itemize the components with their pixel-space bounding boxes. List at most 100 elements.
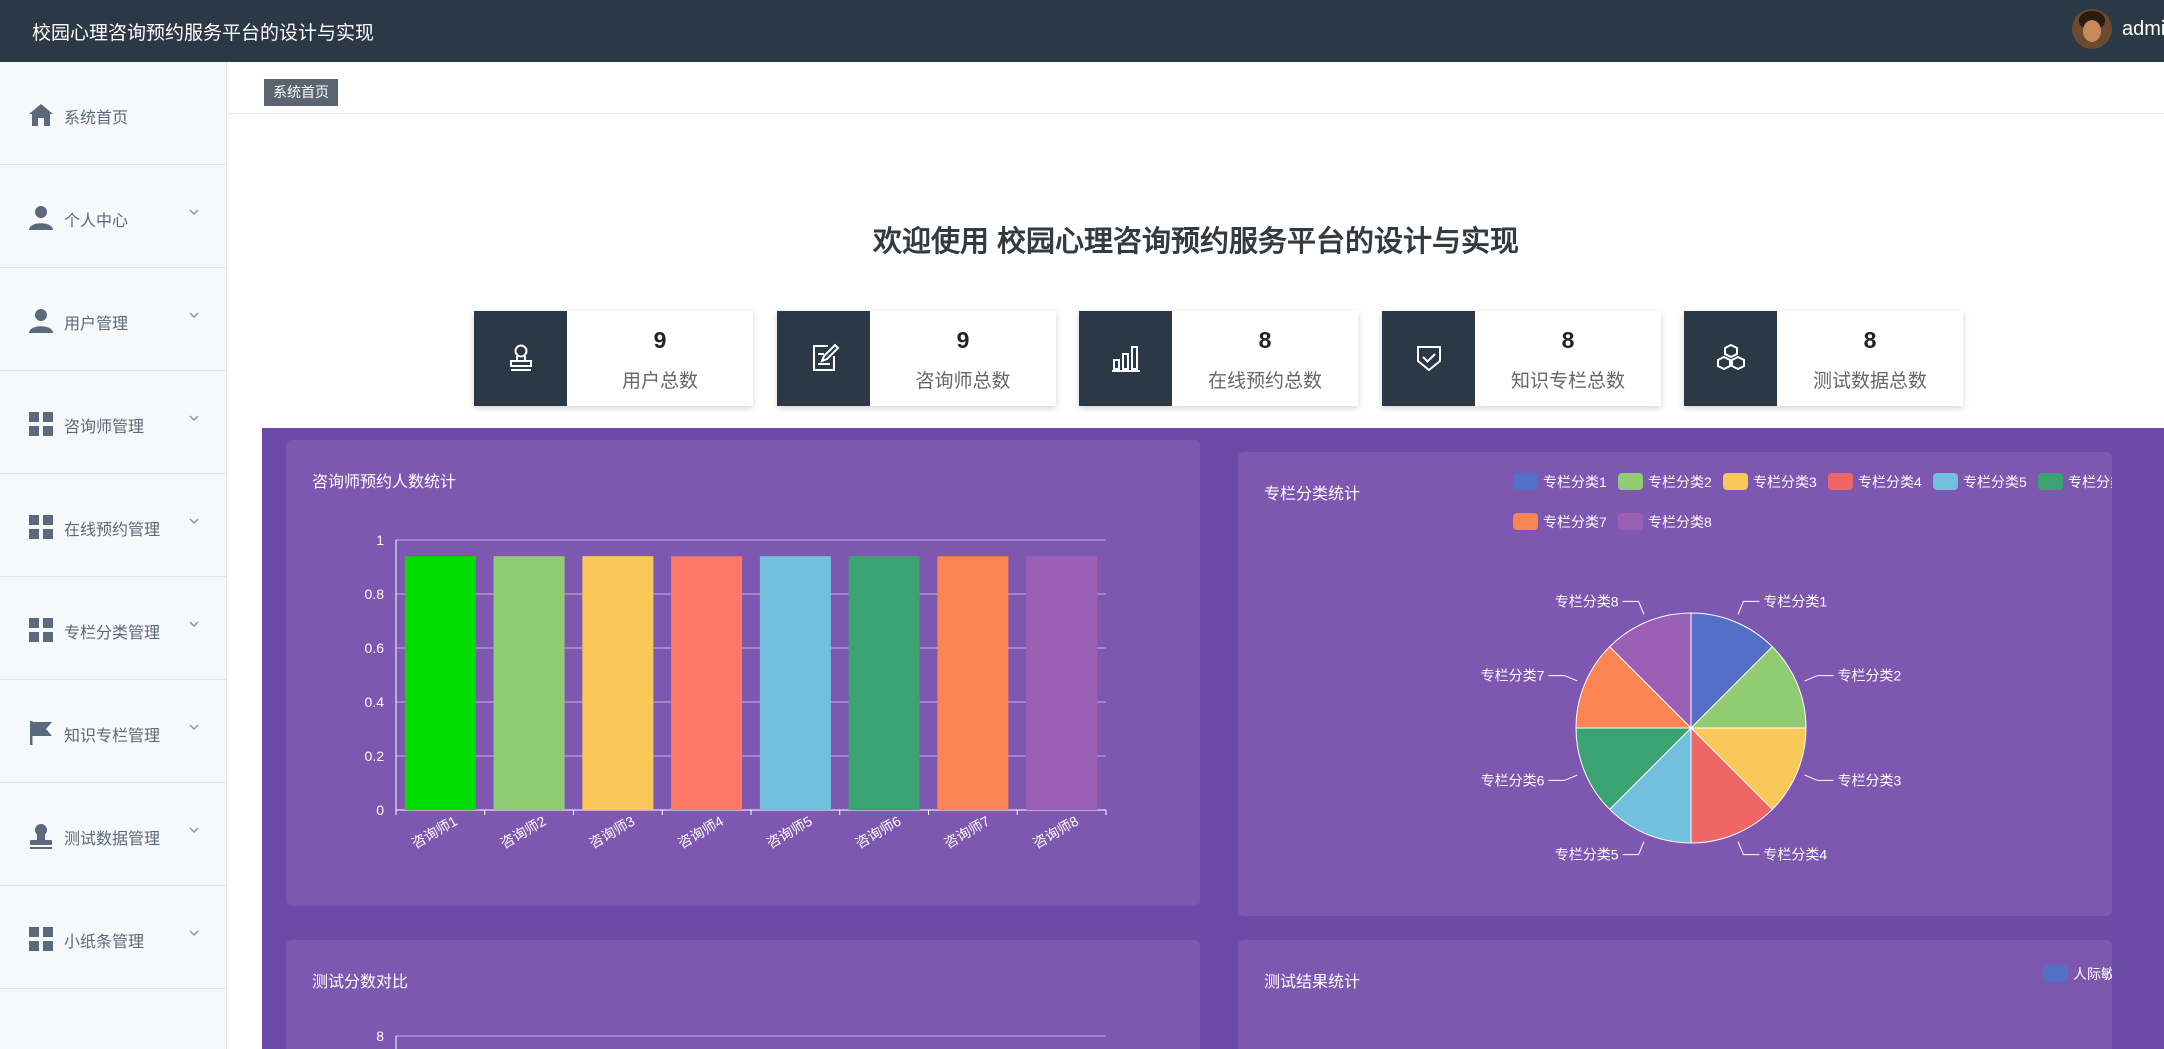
stat-icon-box (1684, 311, 1777, 406)
chevron-down-icon (189, 312, 199, 319)
pie-label: 专栏分类7 (1481, 668, 1545, 684)
bar (937, 556, 1009, 810)
user-icon (29, 309, 53, 333)
stat-card-appointments: 8 在线预约总数 (1079, 311, 1358, 406)
stamp-icon (30, 824, 52, 849)
sidebar-item-label: 个人中心 (64, 213, 129, 230)
bar (493, 556, 565, 810)
pie-label-line (1622, 841, 1645, 856)
sidebar-item-notes[interactable]: 小纸条管理 (0, 886, 227, 989)
pie-label-line (1622, 600, 1645, 615)
bar (582, 556, 654, 810)
sidebar-item-consultants[interactable]: 咨询师管理 (0, 371, 227, 474)
sidebar-item-label: 测试数据管理 (64, 831, 161, 848)
legend-label: 专栏分类3 (1753, 474, 1817, 490)
user-name[interactable]: admin (2122, 18, 2164, 41)
sidebar: 系统首页 个人中心 用户管理 咨询师管理 在线预约管理 专栏分类管理 知识专栏管… (0, 62, 227, 1049)
top-bar: 校园心理咨询预约服务平台的设计与实现 admin (0, 0, 2164, 62)
sidebar-item-label: 用户管理 (64, 316, 129, 333)
y-tick-label: 0.6 (365, 640, 385, 656)
legend-swatch (1513, 473, 1538, 490)
user-icon (29, 206, 53, 230)
chevron-down-icon (189, 930, 199, 937)
x-tick-label: 咨询师6 (852, 813, 903, 852)
sidebar-item-knowledge-columns[interactable]: 知识专栏管理 (0, 680, 227, 783)
cubes-icon (1717, 343, 1745, 371)
bar (1026, 556, 1098, 810)
legend-swatch (2038, 473, 2063, 490)
pie-label-line (1548, 675, 1578, 682)
legend-label: 专栏分类4 (1858, 474, 1922, 490)
chevron-down-icon (189, 621, 199, 628)
x-tick-label: 咨询师8 (1030, 813, 1081, 852)
pie-label: 专栏分类2 (1838, 668, 1902, 684)
sidebar-item-label: 在线预约管理 (64, 522, 161, 539)
sidebar-item-column-categories[interactable]: 专栏分类管理 (0, 577, 227, 680)
consultant-bar-chart: 0 0.2 0.4 0.6 0.8 1 咨询师1 咨询师2 咨询师3 咨询师4 咨询师5 咨询师6 咨询… (365, 532, 1107, 852)
sidebar-item-home[interactable]: 系统首页 (0, 62, 227, 165)
stat-icon-box (777, 311, 870, 406)
x-tick-label: 咨询师7 (941, 813, 992, 852)
pie-label: 专栏分类5 (1555, 847, 1619, 863)
bar (759, 556, 831, 810)
pie-label: 专栏分类6 (1481, 772, 1545, 788)
y-tick-label: 0.8 (365, 586, 385, 602)
column-chart-panel: 专栏分类统计 专栏分类1专栏分类2专栏分类3专栏分类4专栏分类5专栏分类6专栏分… (1238, 452, 2112, 916)
y-tick-label: 8 (376, 1028, 384, 1044)
stat-label: 用户总数 (621, 371, 698, 392)
sidebar-item-personal-center[interactable]: 个人中心 (0, 165, 227, 268)
pie-label-line (1737, 841, 1760, 856)
pie-label-line (1804, 675, 1834, 682)
bar (848, 556, 920, 810)
dashboard-area: 咨询师预约人数统计 0 0.2 0.4 0.6 0.8 1 咨询师1 咨询师2 咨询师3 咨询师4… (262, 428, 2164, 1049)
legend-swatch (1618, 513, 1643, 530)
legend-label: 人际敏感 (2073, 966, 2112, 982)
sidebar-item-label: 专栏分类管理 (64, 625, 161, 642)
legend-swatch (1933, 473, 1958, 490)
score-bar-chart: 8 (376, 1028, 1106, 1049)
sidebar-item-users[interactable]: 用户管理 (0, 268, 227, 371)
legend-label: 专栏分类6 (2068, 474, 2112, 490)
legend-label: 专栏分类8 (1648, 514, 1712, 530)
x-tick-label: 咨询师1 (409, 813, 460, 852)
sidebar-item-label: 系统首页 (64, 110, 129, 127)
stat-value: 8 (1258, 327, 1272, 353)
flag-icon (30, 721, 52, 745)
x-tick-label: 咨询师2 (497, 813, 548, 852)
x-tick-label: 咨询师5 (764, 813, 815, 852)
legend-swatch (1513, 513, 1538, 530)
stat-label: 测试数据总数 (1812, 371, 1927, 392)
legend-label: 专栏分类5 (1963, 474, 2027, 490)
stat-icon-box (1382, 311, 1475, 406)
stat-value: 8 (1863, 327, 1877, 353)
edit-icon (813, 343, 840, 371)
stamp-icon (510, 344, 532, 371)
sidebar-item-test-data[interactable]: 测试数据管理 (0, 783, 227, 886)
pie-label-line (1548, 774, 1578, 781)
result-chart-panel: 测试结果统计 人际敏感 (1238, 940, 2112, 1049)
grid-icon (29, 515, 53, 539)
breadcrumb-item-home[interactable]: 系统首页 (264, 79, 338, 106)
y-tick-label: 0.4 (365, 694, 385, 710)
stat-value: 8 (1561, 327, 1575, 353)
stat-card-test-data: 8 测试数据总数 (1684, 311, 1963, 406)
y-tick-label: 0 (376, 802, 384, 818)
bar (404, 556, 476, 810)
legend-swatch (1828, 473, 1853, 490)
pie-label: 专栏分类8 (1555, 593, 1619, 609)
stat-label: 知识专栏总数 (1510, 371, 1625, 392)
stat-icon-box (1079, 311, 1172, 406)
legend-swatch (1723, 473, 1748, 490)
stat-card-users: 9 用户总数 (474, 311, 753, 406)
legend-label: 专栏分类1 (1543, 474, 1607, 490)
sidebar-item-appointments[interactable]: 在线预约管理 (0, 474, 227, 577)
stat-card-knowledge-columns: 8 知识专栏总数 (1382, 311, 1661, 406)
chevron-down-icon (189, 209, 199, 216)
sidebar-item-label: 咨询师管理 (64, 419, 145, 436)
legend-swatch (1618, 473, 1643, 490)
stat-label: 在线预约总数 (1207, 371, 1322, 392)
pie-label: 专栏分类4 (1763, 847, 1827, 863)
stat-label: 咨询师总数 (915, 371, 1011, 392)
x-tick-label: 咨询师3 (586, 813, 637, 852)
avatar[interactable] (2072, 9, 2112, 49)
